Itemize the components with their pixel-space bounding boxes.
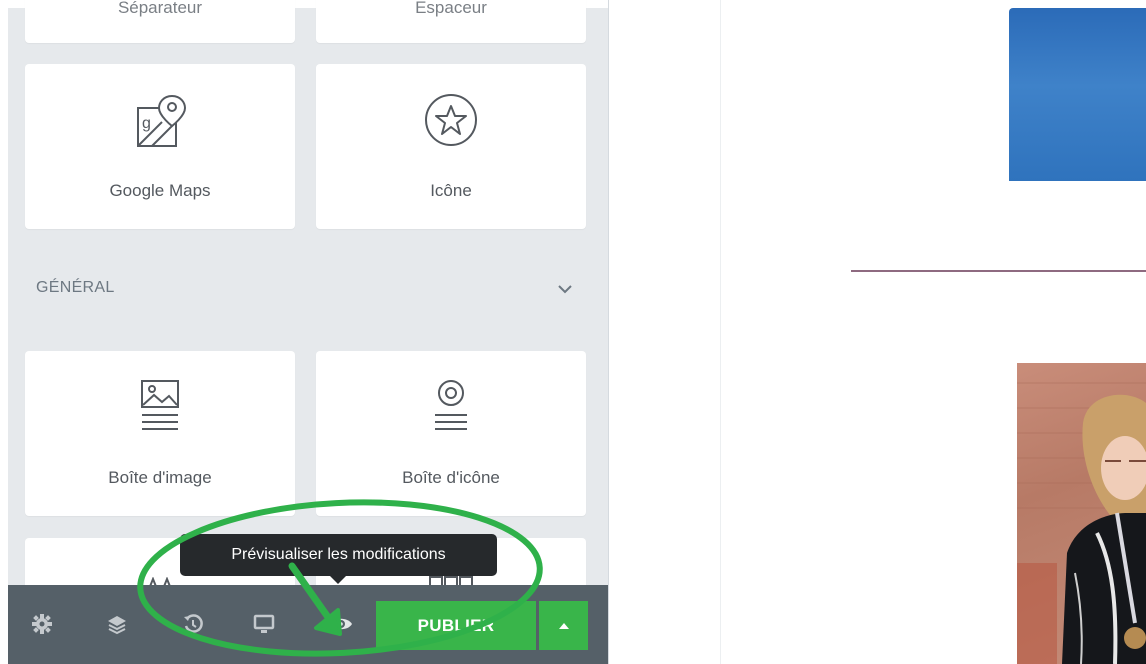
blue-image[interactable]	[1009, 8, 1146, 181]
player-illustration	[1017, 382, 1146, 664]
widget-label: Séparateur	[117, 0, 203, 17]
preview-eye-icon[interactable]	[328, 611, 354, 637]
preview-gutter	[720, 0, 721, 664]
caret-up-icon	[558, 617, 570, 635]
publish-options-button[interactable]	[539, 601, 588, 650]
panel-left-edge	[0, 0, 8, 664]
image-box-icon	[136, 379, 184, 440]
widget-label: Google Maps	[109, 181, 211, 200]
section-title: GÉNÉRAL	[36, 279, 115, 296]
star-circle-icon	[423, 92, 479, 153]
widget-label: Espaceur	[415, 0, 487, 17]
widget-icon[interactable]: Icône	[316, 64, 586, 229]
widget-icon-box[interactable]: Boîte d'icône	[316, 351, 586, 516]
player-photo[interactable]	[1017, 363, 1146, 664]
widget-spacer[interactable]: Espaceur	[316, 0, 586, 43]
widget-label: Boîte d'icône	[402, 468, 500, 487]
icon-box-icon	[427, 379, 475, 440]
widget-image-box[interactable]: Boîte d'image	[25, 351, 295, 516]
widget-label: Boîte d'image	[108, 468, 212, 487]
widget-google-maps[interactable]: g Google Maps	[25, 64, 295, 229]
preview-tooltip: Prévisualiser les modifications	[180, 534, 497, 576]
divider-line	[851, 270, 1146, 272]
settings-icon[interactable]	[29, 611, 55, 637]
svg-text:g: g	[142, 115, 151, 132]
history-icon[interactable]	[180, 611, 206, 637]
chevron-down-icon[interactable]	[556, 282, 574, 300]
tooltip-tail	[329, 575, 347, 584]
layers-icon[interactable]	[104, 611, 130, 637]
responsive-icon[interactable]	[251, 611, 277, 637]
publish-button[interactable]: PUBLIER	[376, 601, 536, 650]
widget-label: Icône	[430, 181, 472, 200]
widget-divider[interactable]: Séparateur	[25, 0, 295, 43]
map-pin-icon: g	[132, 92, 188, 157]
